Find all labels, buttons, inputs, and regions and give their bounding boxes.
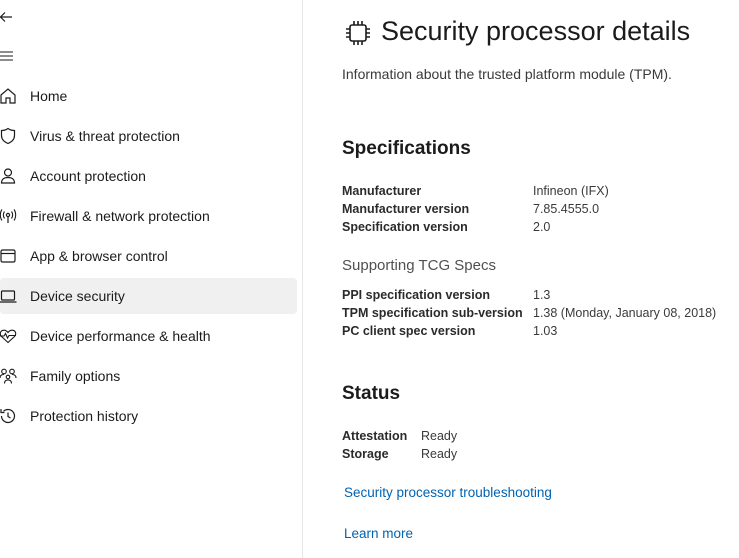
sidebar-item-label: Account protection [30,168,146,184]
ppi-spec-version-label: PPI specification version [342,288,490,302]
manufacturer-label: Manufacturer [342,184,422,198]
sidebar-item-account-protection[interactable]: Account protection [0,158,297,194]
main-content: Security processor details Information a… [303,0,739,558]
storage-label: Storage [342,447,389,461]
tpm-spec-subversion-label: TPM specification sub-version [342,306,523,320]
ppi-spec-version-value: 1.3 [533,288,551,302]
hamburger-icon [0,51,13,61]
status-heading: Status [342,383,401,404]
sidebar-item-device-security[interactable]: Device security [0,278,297,314]
sidebar-item-virus-threat-protection[interactable]: Virus & threat protection [0,118,297,154]
shield-icon [0,127,16,145]
troubleshooting-link[interactable]: Security processor troubleshooting [344,485,552,500]
person-icon [0,168,16,184]
back-button[interactable] [0,7,20,27]
sidebar-item-label: Home [30,88,68,104]
sidebar-item-label: Virus & threat protection [30,128,180,144]
sidebar-item-label: Device performance & health [30,328,211,344]
sidebar-item-family-options[interactable]: Family options [0,358,297,394]
sidebar-item-app-browser-control[interactable]: App & browser control [0,238,297,274]
tpm-spec-subversion-value: 1.38 (Monday, January 08, 2018) [533,306,717,320]
page-subtitle: Information about the trusted platform m… [342,66,672,82]
specification-version-value: 2.0 [533,220,551,234]
manufacturer-value: Infineon (IFX) [533,184,609,198]
heart-pulse-icon [0,329,17,344]
laptop-icon [0,290,17,303]
manufacturer-version-value: 7.85.4555.0 [533,202,600,216]
tcg-specs-heading: Supporting TCG Specs [342,257,496,274]
page-title: Security processor details [381,16,691,46]
attestation-label: Attestation [342,429,408,443]
history-icon [0,408,16,424]
sidebar-item-label: Firewall & network protection [30,208,210,224]
manufacturer-version-label: Manufacturer version [342,202,470,216]
specifications-heading: Specifications [342,138,471,159]
sidebar-item-label: Device security [30,288,125,304]
sidebar-item-label: Protection history [30,408,139,424]
sidebar-item-firewall-network-protection[interactable]: Firewall & network protection [0,198,297,234]
pc-client-spec-version-value: 1.03 [533,324,558,338]
antenna-icon [0,209,17,223]
back-arrow-icon [0,12,12,22]
sidebar-item-home[interactable]: Home [0,78,297,114]
sidebar-item-label: App & browser control [30,248,168,264]
specification-version-label: Specification version [342,220,468,234]
attestation-value: Ready [421,429,458,443]
menu-button[interactable] [0,46,20,66]
pc-client-spec-version-label: PC client spec version [342,324,476,338]
chip-icon [346,21,370,45]
family-icon [0,368,17,384]
sidebar-item-protection-history[interactable]: Protection history [0,398,297,434]
sidebar: Home Virus & threat protection Account p… [0,0,303,558]
sidebar-item-label: Family options [30,368,121,384]
storage-value: Ready [421,447,458,461]
home-icon [0,88,16,104]
sidebar-item-device-performance-health[interactable]: Device performance & health [0,318,297,354]
app-window-icon [0,249,16,263]
learn-more-link[interactable]: Learn more [344,526,413,541]
